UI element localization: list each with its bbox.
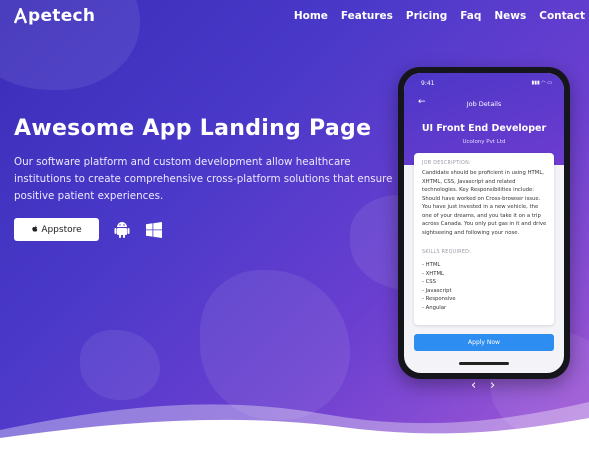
nav-contact[interactable]: Contact	[539, 10, 585, 22]
job-header: 9:41 ▮▮▮ ◠ ▭ ← Job Details UI Front End …	[404, 73, 564, 165]
status-time: 9:41	[421, 80, 435, 87]
skill-item: - CSS	[422, 279, 437, 286]
job-details-card: JOB DESCRIPTION: Candidate should be pro…	[414, 153, 554, 325]
phone-screen: 9:41 ▮▮▮ ◠ ▭ ← Job Details UI Front End …	[404, 73, 564, 373]
skill-item: - XHTML	[422, 270, 444, 277]
nav-pricing[interactable]: Pricing	[406, 10, 447, 22]
job-description-heading: JOB DESCRIPTION:	[422, 161, 471, 166]
windows-icon[interactable]	[146, 222, 162, 238]
brand-name: petech	[28, 6, 96, 26]
hero-headline: Awesome App Landing Page	[14, 116, 372, 141]
job-title: UI Front End Developer	[421, 123, 547, 134]
apple-icon	[32, 225, 38, 232]
main-nav: Home Features Pricing Faq News Contact	[294, 10, 585, 22]
job-description-text: Candidate should be proficient in using …	[422, 170, 547, 236]
skill-item: - HTML	[422, 262, 441, 268]
nav-news[interactable]: News	[494, 10, 526, 22]
nav-faq[interactable]: Faq	[460, 10, 481, 22]
appstore-label: Appstore	[41, 224, 82, 235]
logo-mark-icon	[14, 8, 27, 24]
company-name: Ucolony Pvt Ltd	[462, 139, 506, 145]
skills-list: - HTML - XHTML - CSS - Javascript - Resp…	[422, 261, 456, 313]
brand-logo[interactable]: petech	[14, 6, 95, 26]
signal-battery-icon: ▮▮▮ ◠ ▭	[531, 80, 552, 86]
bottom-wave	[0, 402, 589, 450]
screen-title: Job Details	[466, 100, 502, 108]
skill-item: - Javascript	[422, 287, 452, 294]
nav-home[interactable]: Home	[294, 10, 328, 22]
hero-description: Our software platform and custom develop…	[14, 156, 393, 202]
skill-item: - Responsive	[422, 296, 456, 303]
appstore-button[interactable]: Appstore	[14, 218, 99, 241]
apply-now-button[interactable]: Apply Now	[414, 334, 554, 351]
phone-mockup: 9:41 ▮▮▮ ◠ ▭ ← Job Details UI Front End …	[398, 67, 570, 379]
skill-item: - Angular	[422, 304, 447, 311]
skills-heading: SKILLS REQUIRED:	[422, 250, 472, 255]
home-indicator	[459, 362, 509, 365]
nav-features[interactable]: Features	[341, 10, 393, 22]
android-icon[interactable]	[114, 221, 130, 239]
hero-section: petech Home Features Pricing Faq News Co…	[0, 0, 589, 450]
